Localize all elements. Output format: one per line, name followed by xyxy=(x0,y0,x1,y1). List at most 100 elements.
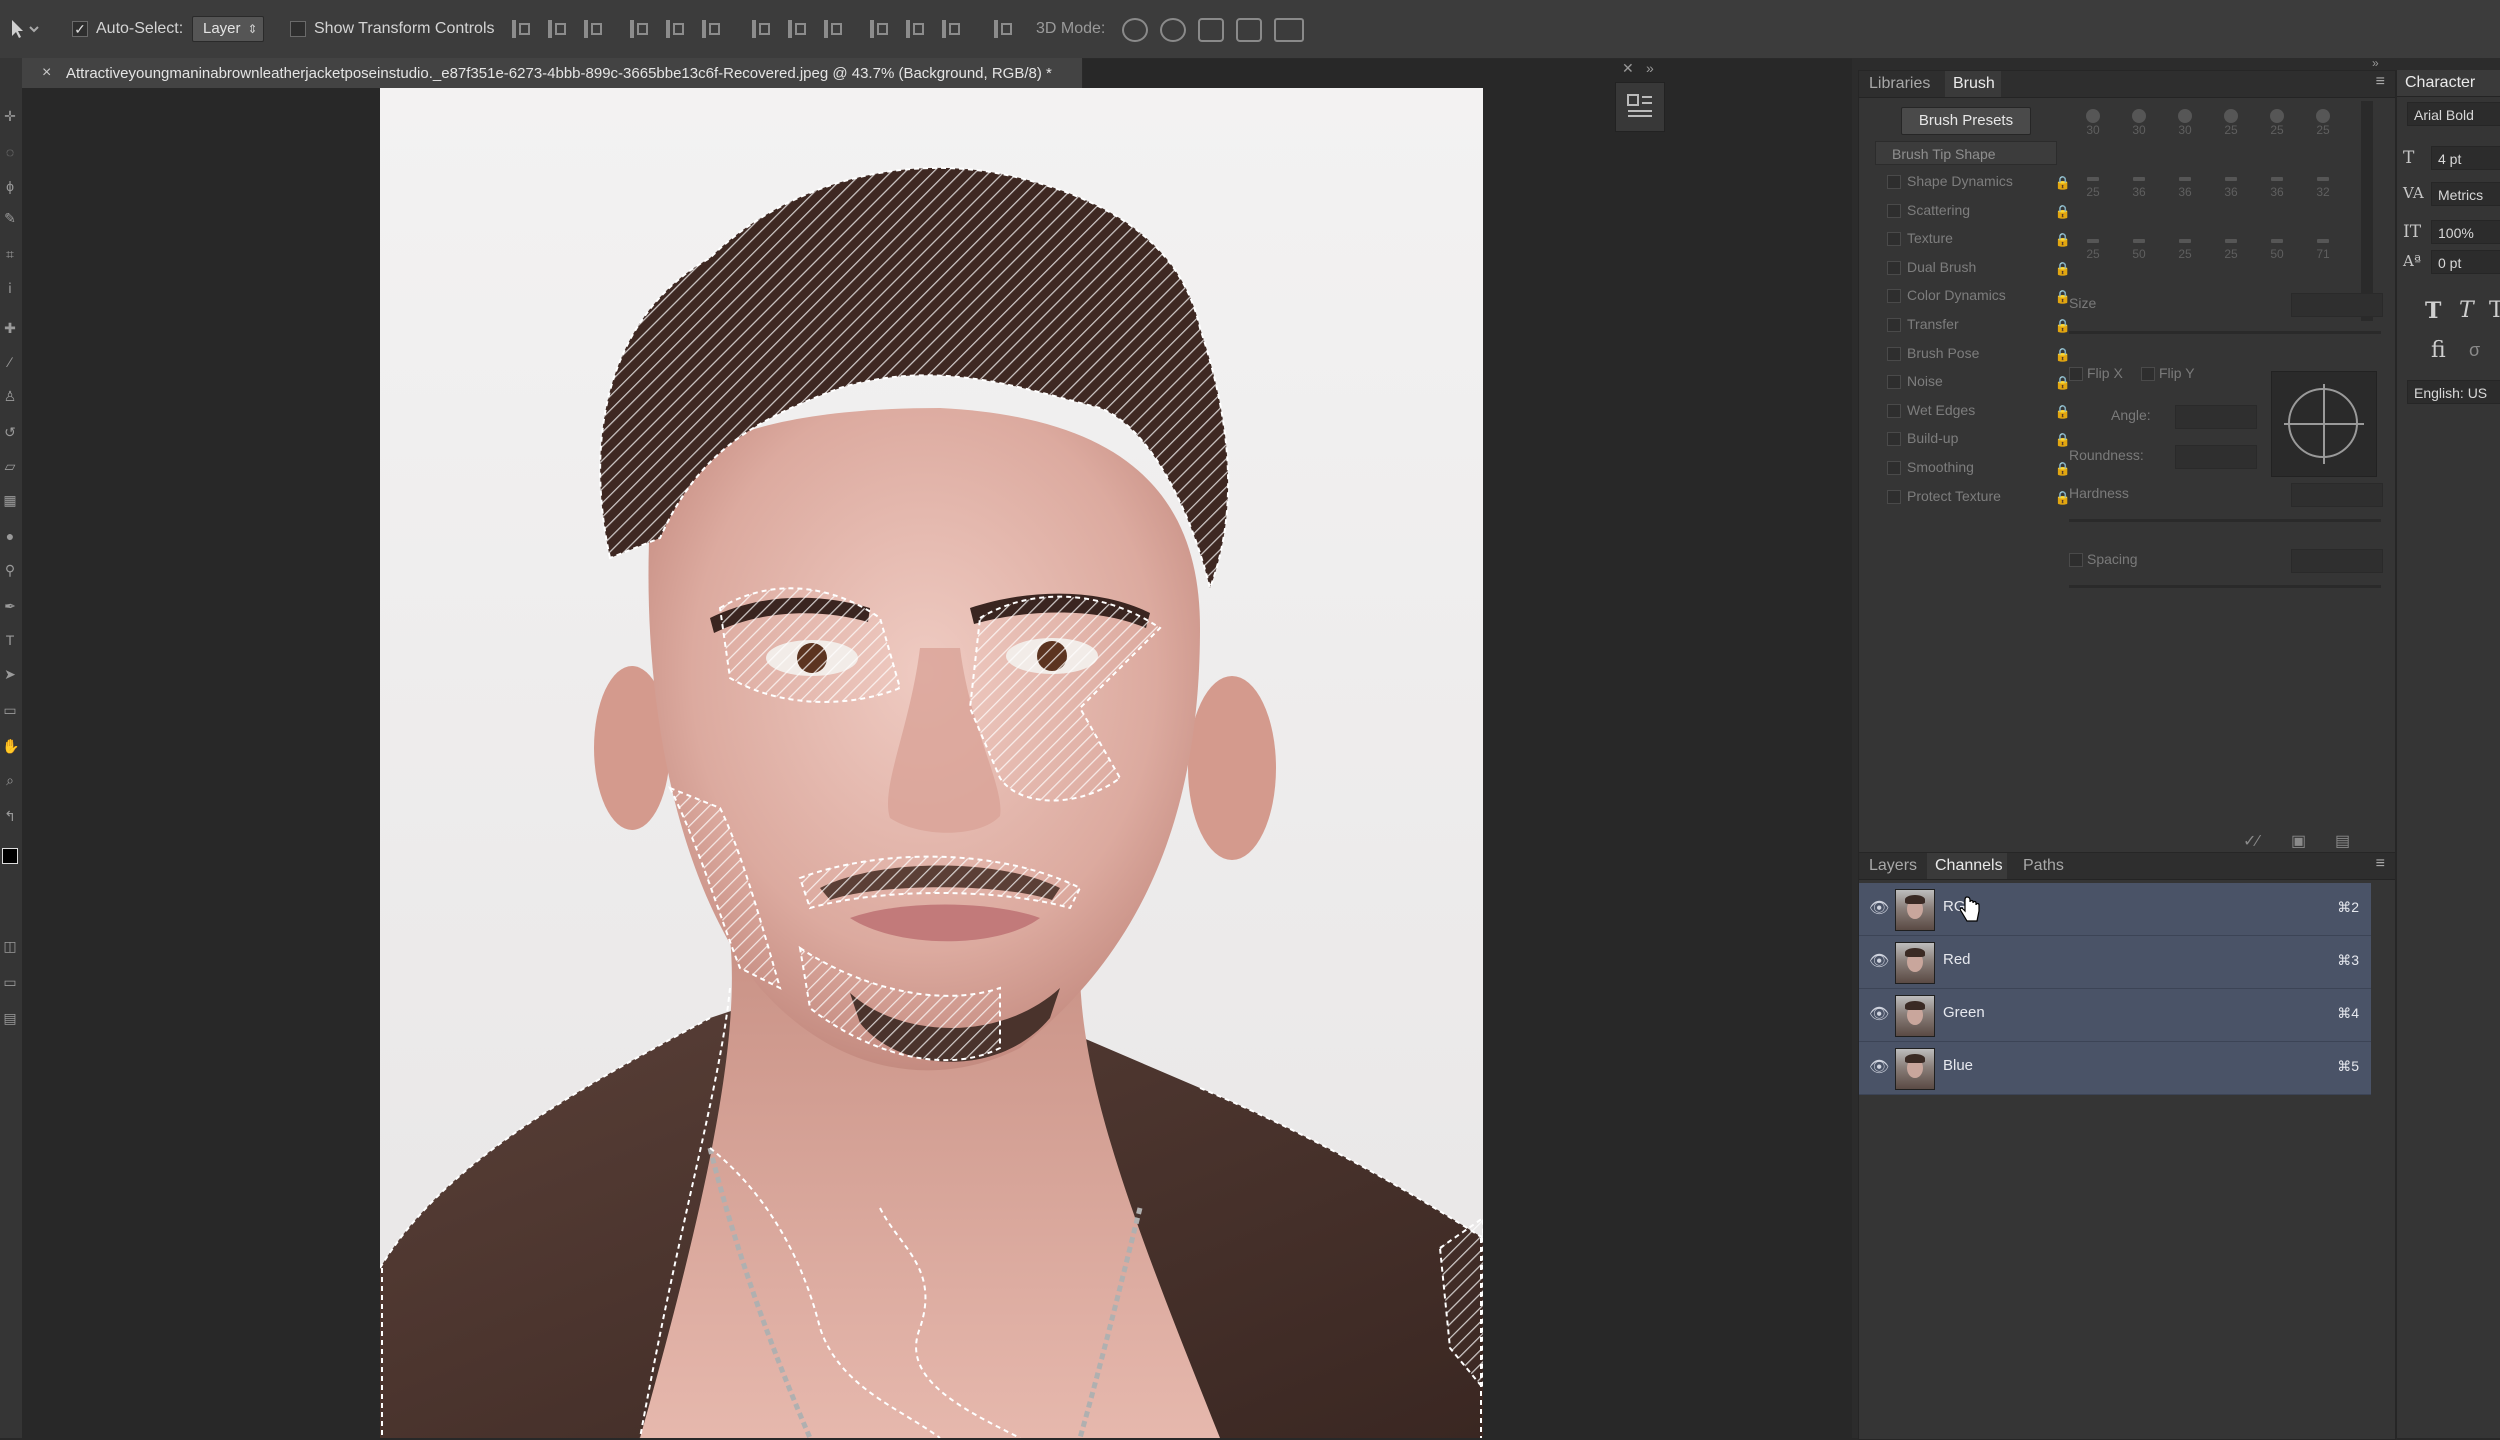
dodge-icon[interactable]: ⚲ xyxy=(2,562,18,578)
preset-scrollbar[interactable] xyxy=(2361,101,2373,321)
distribute-bottom-icon[interactable] xyxy=(820,16,846,42)
brush-preset[interactable]: 36 xyxy=(2209,169,2253,199)
foreground-color-swatch[interactable] xyxy=(2,848,18,864)
channel-row-blue[interactable]: 👁 Blue ⌘5 xyxy=(1859,1042,2371,1095)
tab-layers[interactable]: Layers xyxy=(1869,857,1917,875)
align-bottom-icon[interactable] xyxy=(698,16,724,42)
quick-mask-icon[interactable]: ◫ xyxy=(2,938,18,954)
swap-colors-icon[interactable]: ↰ xyxy=(2,808,18,824)
stamp-icon[interactable]: ♙ xyxy=(2,388,18,404)
eye-icon[interactable]: 👁 xyxy=(1869,900,1889,918)
align-right-icon[interactable] xyxy=(580,16,606,42)
shape-icon[interactable]: ▭ xyxy=(2,702,18,718)
gradient-icon[interactable]: ▦ xyxy=(2,492,18,508)
pen-icon[interactable]: ✒ xyxy=(2,598,18,614)
dock-collapse-icon[interactable]: » xyxy=(2372,56,2379,70)
distribute-top-icon[interactable] xyxy=(748,16,774,42)
language-field[interactable]: English: US xyxy=(2407,380,2500,404)
lock-icon[interactable]: 🔒 xyxy=(2055,314,2071,338)
channel-row-rgb[interactable]: 👁 RGB ⌘2 xyxy=(1859,883,2371,936)
align-vcenter-icon[interactable] xyxy=(662,16,688,42)
option-checkbox[interactable] xyxy=(1887,289,1901,304)
eyedropper-icon[interactable]: ⅰ xyxy=(2,280,18,296)
document-close-icon[interactable]: ✕ xyxy=(1622,60,1634,77)
brush-preset[interactable]: 25 xyxy=(2163,231,2207,261)
discretionary-ligature-icon[interactable]: σ xyxy=(2469,340,2480,361)
eye-icon[interactable]: 👁 xyxy=(1869,1059,1889,1077)
brush-icon[interactable]: ∕ xyxy=(2,354,18,370)
distribute-vcenter-icon[interactable] xyxy=(784,16,810,42)
option-checkbox[interactable] xyxy=(1887,432,1901,447)
font-size-field[interactable]: 4 pt xyxy=(2431,146,2500,170)
ligature-icon[interactable]: fi xyxy=(2431,338,2446,363)
eye-icon[interactable]: 👁 xyxy=(1869,1006,1889,1024)
lock-icon[interactable]: 🔒 xyxy=(2055,171,2071,195)
roll-3d-icon[interactable] xyxy=(1160,18,1186,42)
option-checkbox[interactable] xyxy=(1887,375,1901,390)
tab-libraries[interactable]: Libraries xyxy=(1869,75,1930,93)
panel-menu-icon[interactable]: ≡ xyxy=(2376,73,2385,91)
brush-option-smoothing[interactable]: Smoothing 🔒 xyxy=(1887,455,2071,479)
brush-tip-shape-item[interactable]: Brush Tip Shape xyxy=(1875,141,2057,165)
tab-channels[interactable]: Channels xyxy=(1935,857,2003,875)
brush-option-transfer[interactable]: Transfer 🔒 xyxy=(1887,312,2071,336)
brush-preset[interactable]: 25 xyxy=(2071,169,2115,199)
align-hcenter-icon[interactable] xyxy=(544,16,570,42)
brush-preset[interactable]: 71 xyxy=(2301,231,2345,261)
lasso-icon[interactable]: ϕ xyxy=(2,178,18,194)
move-tool-icon[interactable] xyxy=(8,14,44,44)
brush-option-dual-brush[interactable]: Dual Brush 🔒 xyxy=(1887,255,2071,279)
brush-preset[interactable]: 32 xyxy=(2301,169,2345,199)
brush-angle-preview[interactable] xyxy=(2271,371,2377,477)
scale-3d-icon[interactable] xyxy=(1274,18,1304,42)
eraser-icon[interactable]: ▱ xyxy=(2,458,18,474)
crop-icon[interactable]: ⌗ xyxy=(2,246,18,262)
lock-icon[interactable]: 🔒 xyxy=(2055,228,2071,252)
lock-icon[interactable]: 🔒 xyxy=(2055,200,2071,224)
option-checkbox[interactable] xyxy=(1887,318,1901,332)
brush-option-scattering[interactable]: Scattering 🔒 xyxy=(1887,198,2071,222)
align-top-icon[interactable] xyxy=(626,16,652,42)
portrait-photo[interactable] xyxy=(380,88,1483,1438)
brush-option-protect-texture[interactable]: Protect Texture 🔒 xyxy=(1887,484,2071,508)
blur-icon[interactable]: ● xyxy=(2,528,18,544)
orbit-3d-icon[interactable] xyxy=(1122,18,1148,42)
screen-mode-icon[interactable]: ▭ xyxy=(2,974,18,990)
brush-option-build-up[interactable]: Build-up 🔒 xyxy=(1887,426,2071,450)
toggle-preview-icon[interactable]: ✓⁄ xyxy=(2243,831,2259,851)
option-checkbox[interactable] xyxy=(1887,489,1901,504)
lock-icon[interactable]: 🔒 xyxy=(2055,343,2071,367)
hand-icon[interactable]: ✋ xyxy=(2,738,19,754)
auto-select-check[interactable]: ✓ xyxy=(72,21,88,37)
tab-character[interactable]: Character xyxy=(2405,74,2475,92)
show-transform-check[interactable] xyxy=(290,21,306,37)
all-caps-icon[interactable]: T xyxy=(2489,298,2500,323)
kerning-field[interactable]: Metrics xyxy=(2431,182,2500,206)
brush-preset[interactable]: 25 xyxy=(2209,107,2253,137)
zoom-icon[interactable]: ⌕ xyxy=(2,772,18,788)
slide-3d-icon[interactable] xyxy=(1236,18,1262,42)
auto-select-checkbox[interactable]: ✓ Auto-Select: xyxy=(72,14,183,44)
option-checkbox[interactable] xyxy=(1887,403,1901,418)
brush-preset[interactable]: 30 xyxy=(2071,107,2115,137)
eye-icon[interactable]: 👁 xyxy=(1869,953,1889,971)
brush-option-texture[interactable]: Texture 🔒 xyxy=(1887,226,2071,250)
faux-bold-icon[interactable]: T xyxy=(2425,298,2441,324)
brush-option-wet-edges[interactable]: Wet Edges 🔒 xyxy=(1887,398,2071,422)
path-select-icon[interactable]: ➤ xyxy=(2,666,18,682)
brush-preset[interactable]: 25 xyxy=(2071,231,2115,261)
flip-x-checkbox[interactable] xyxy=(2069,367,2083,381)
brush-option-color-dynamics[interactable]: Color Dynamics 🔒 xyxy=(1887,283,2071,307)
roundness-field[interactable] xyxy=(2175,445,2257,469)
brush-preset[interactable]: 30 xyxy=(2117,107,2161,137)
option-checkbox[interactable] xyxy=(1887,203,1901,218)
type-icon[interactable]: T xyxy=(2,632,18,648)
font-family-field[interactable]: Arial Bold xyxy=(2407,102,2500,126)
collapse-icon[interactable]: » xyxy=(1646,60,1654,76)
brush-preset[interactable]: 30 xyxy=(2163,107,2207,137)
close-document-icon[interactable]: × xyxy=(42,64,51,82)
option-checkbox[interactable] xyxy=(1887,232,1901,247)
distribute-left-icon[interactable] xyxy=(866,16,892,42)
lock-icon[interactable]: 🔒 xyxy=(2055,400,2071,424)
brush-preset[interactable]: 36 xyxy=(2117,169,2161,199)
